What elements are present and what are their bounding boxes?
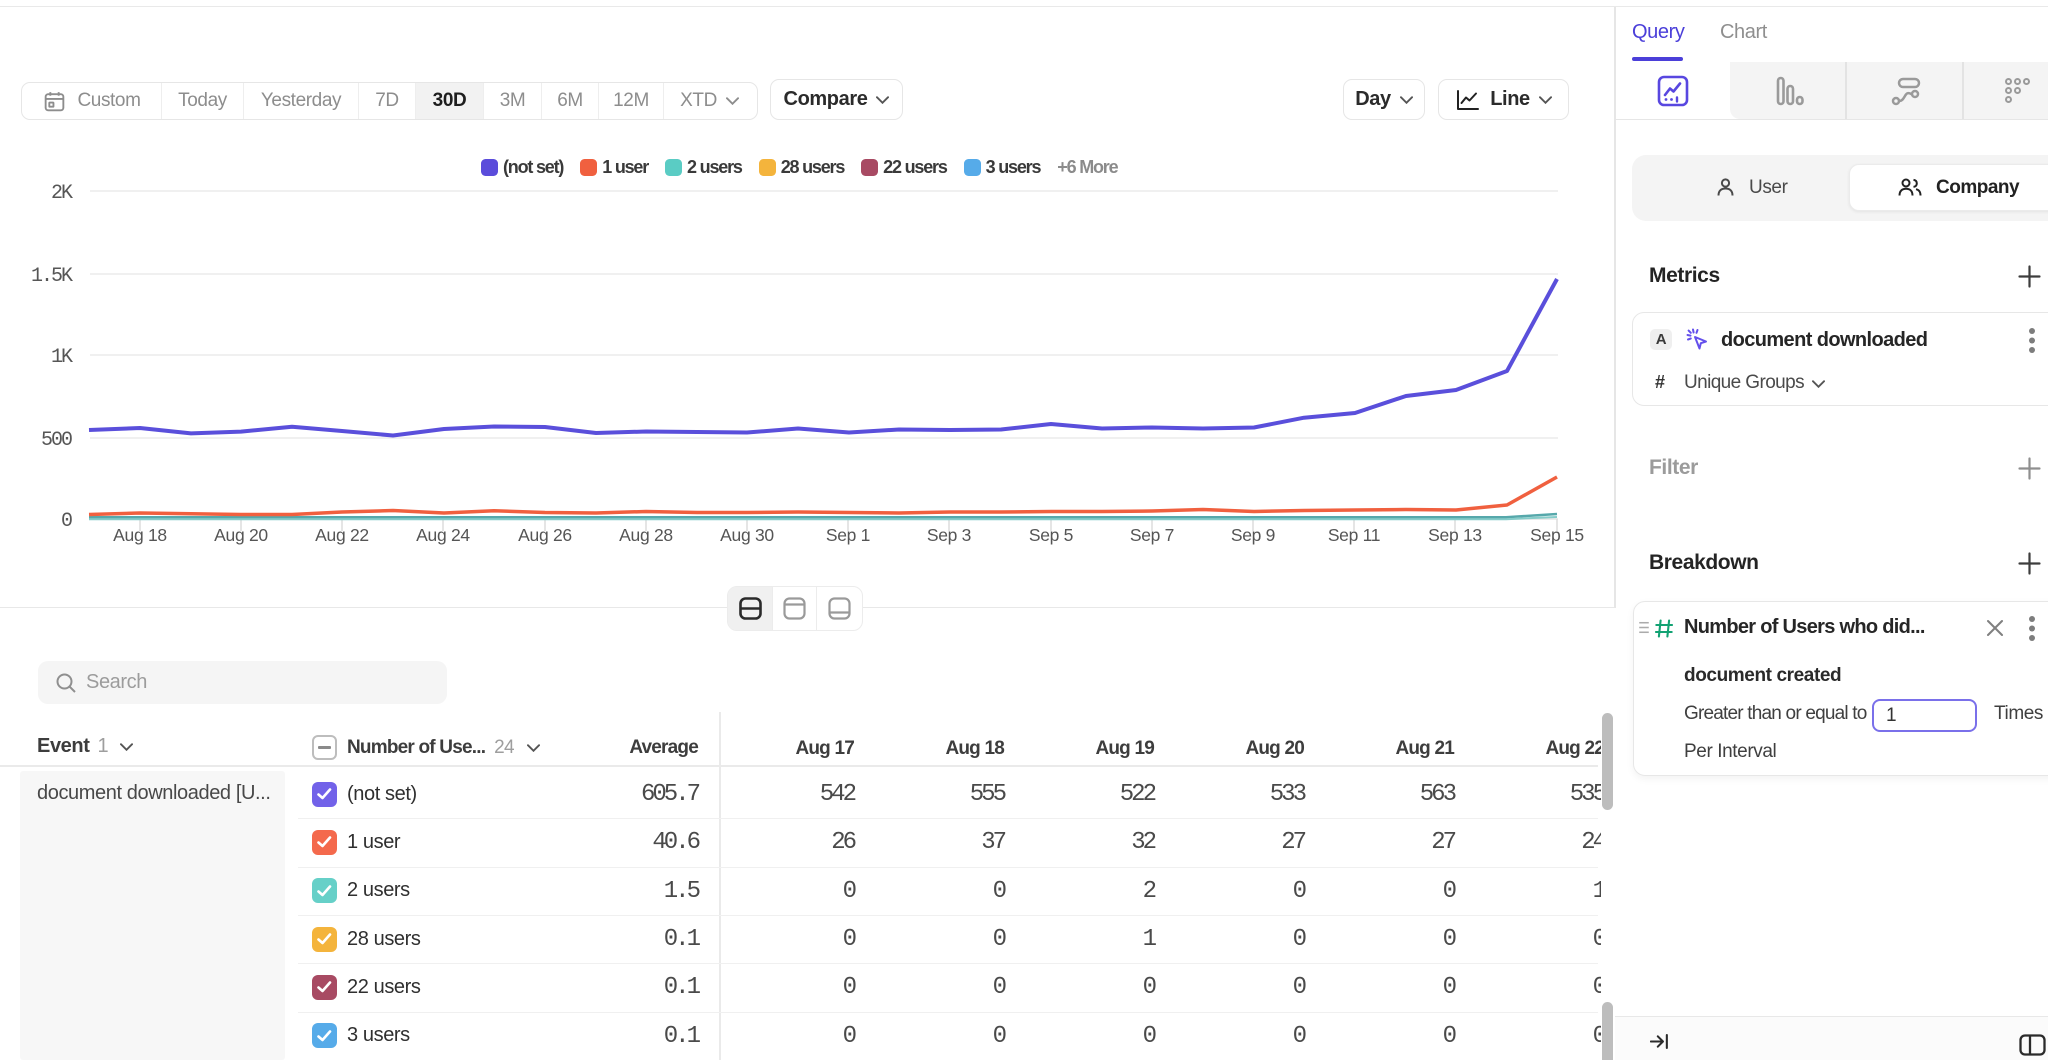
svg-text:Aug 24: Aug 24 xyxy=(416,525,470,545)
svg-text:Sep 1: Sep 1 xyxy=(826,525,870,545)
svg-text:1.5K: 1.5K xyxy=(31,265,73,288)
svg-text:Aug 20: Aug 20 xyxy=(214,525,268,545)
svg-text:Aug 28: Aug 28 xyxy=(619,525,673,545)
svg-text:Aug 22: Aug 22 xyxy=(315,525,369,545)
svg-text:2K: 2K xyxy=(51,182,73,205)
svg-text:Aug 26: Aug 26 xyxy=(518,525,572,545)
svg-text:Sep 15: Sep 15 xyxy=(1530,525,1584,545)
svg-text:Sep 9: Sep 9 xyxy=(1231,525,1275,545)
svg-text:Sep 3: Sep 3 xyxy=(927,525,971,545)
svg-text:Aug 30: Aug 30 xyxy=(720,525,774,545)
svg-text:Sep 13: Sep 13 xyxy=(1428,525,1482,545)
svg-text:Sep 5: Sep 5 xyxy=(1029,525,1073,545)
svg-text:Aug 18: Aug 18 xyxy=(113,525,167,545)
svg-text:500: 500 xyxy=(41,429,72,452)
svg-text:Sep 11: Sep 11 xyxy=(1328,525,1380,545)
svg-text:Sep 7: Sep 7 xyxy=(1130,525,1174,545)
svg-text:0: 0 xyxy=(61,510,72,533)
svg-text:1K: 1K xyxy=(51,346,73,369)
